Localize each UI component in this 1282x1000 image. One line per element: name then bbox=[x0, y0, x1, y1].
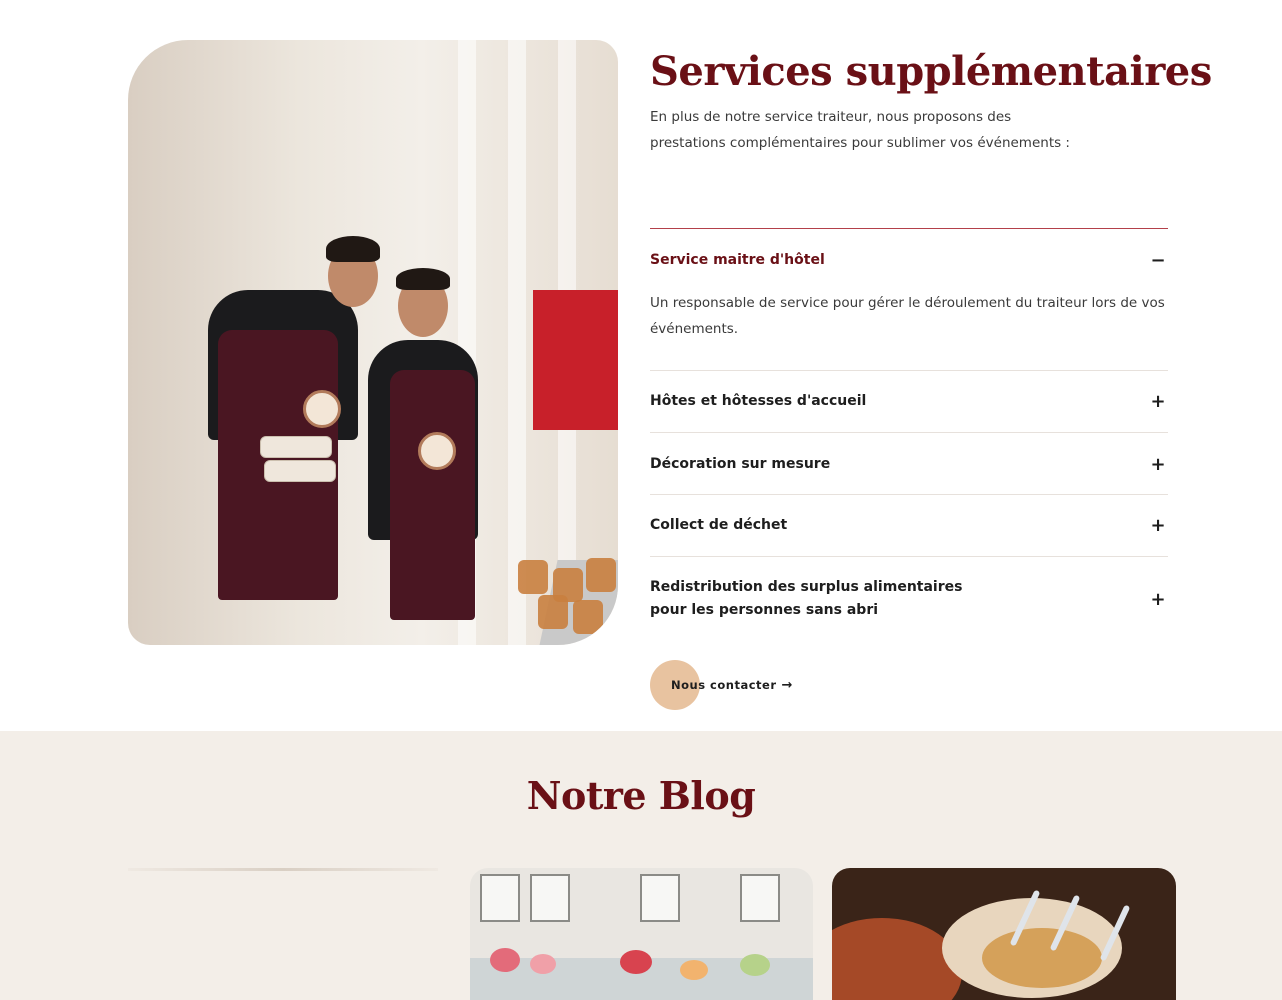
plus-icon[interactable]: + bbox=[1150, 391, 1166, 412]
blog-card-image[interactable] bbox=[128, 868, 438, 871]
accordion-item-redistribution: Redistribution des surplus alimentaires … bbox=[650, 556, 1168, 636]
plus-icon[interactable]: + bbox=[1150, 589, 1166, 610]
accordion-header-hotes[interactable]: Hôtes et hôtesses d'accueil + bbox=[650, 390, 1168, 413]
accordion-title: Collect de déchet bbox=[650, 517, 788, 533]
plus-icon[interactable]: + bbox=[1150, 454, 1166, 475]
plus-icon[interactable]: + bbox=[1150, 515, 1166, 536]
accordion-header-decoration[interactable]: Décoration sur mesure + bbox=[650, 453, 1168, 476]
accordion-header-redistribution[interactable]: Redistribution des surplus alimentaires … bbox=[650, 576, 1168, 622]
minus-icon[interactable]: − bbox=[1150, 250, 1166, 271]
arrow-right-icon: → bbox=[781, 677, 793, 693]
accordion-header-maitre-hotel[interactable]: Service maitre d'hôtel − bbox=[650, 249, 1168, 272]
services-accordion: Service maitre d'hôtel − Un responsable … bbox=[650, 228, 1168, 636]
services-intro: En plus de notre service traiteur, nous … bbox=[650, 109, 1070, 151]
accordion-item-hotes: Hôtes et hôtesses d'accueil + bbox=[650, 370, 1168, 432]
blog-section: Notre Blog bbox=[0, 731, 1282, 1000]
accordion-title: Redistribution des surplus alimentaires … bbox=[650, 579, 963, 618]
blog-title: Notre Blog bbox=[526, 773, 756, 818]
services-title: Services supplémentaires bbox=[650, 48, 1212, 95]
blog-card-image[interactable] bbox=[832, 868, 1176, 1000]
accordion-body: Un responsable de service pour gérer le … bbox=[650, 295, 1165, 337]
contact-button-label: Nous contacter bbox=[671, 678, 777, 692]
accordion-item-maitre-hotel: Service maitre d'hôtel − Un responsable … bbox=[650, 228, 1168, 370]
blog-card-image[interactable] bbox=[470, 868, 813, 1000]
accordion-title: Décoration sur mesure bbox=[650, 456, 831, 472]
accordion-title: Hôtes et hôtesses d'accueil bbox=[650, 393, 867, 409]
accordion-title: Service maitre d'hôtel bbox=[650, 252, 825, 268]
services-section: Services supplémentaires En plus de notr… bbox=[0, 0, 1282, 731]
accordion-item-collect: Collect de déchet + bbox=[650, 494, 1168, 556]
accordion-header-collect[interactable]: Collect de déchet + bbox=[650, 514, 1168, 537]
contact-button[interactable]: Nous contacter → bbox=[650, 660, 820, 710]
accordion-item-decoration: Décoration sur mesure + bbox=[650, 432, 1168, 494]
caterers-photo bbox=[128, 40, 618, 645]
